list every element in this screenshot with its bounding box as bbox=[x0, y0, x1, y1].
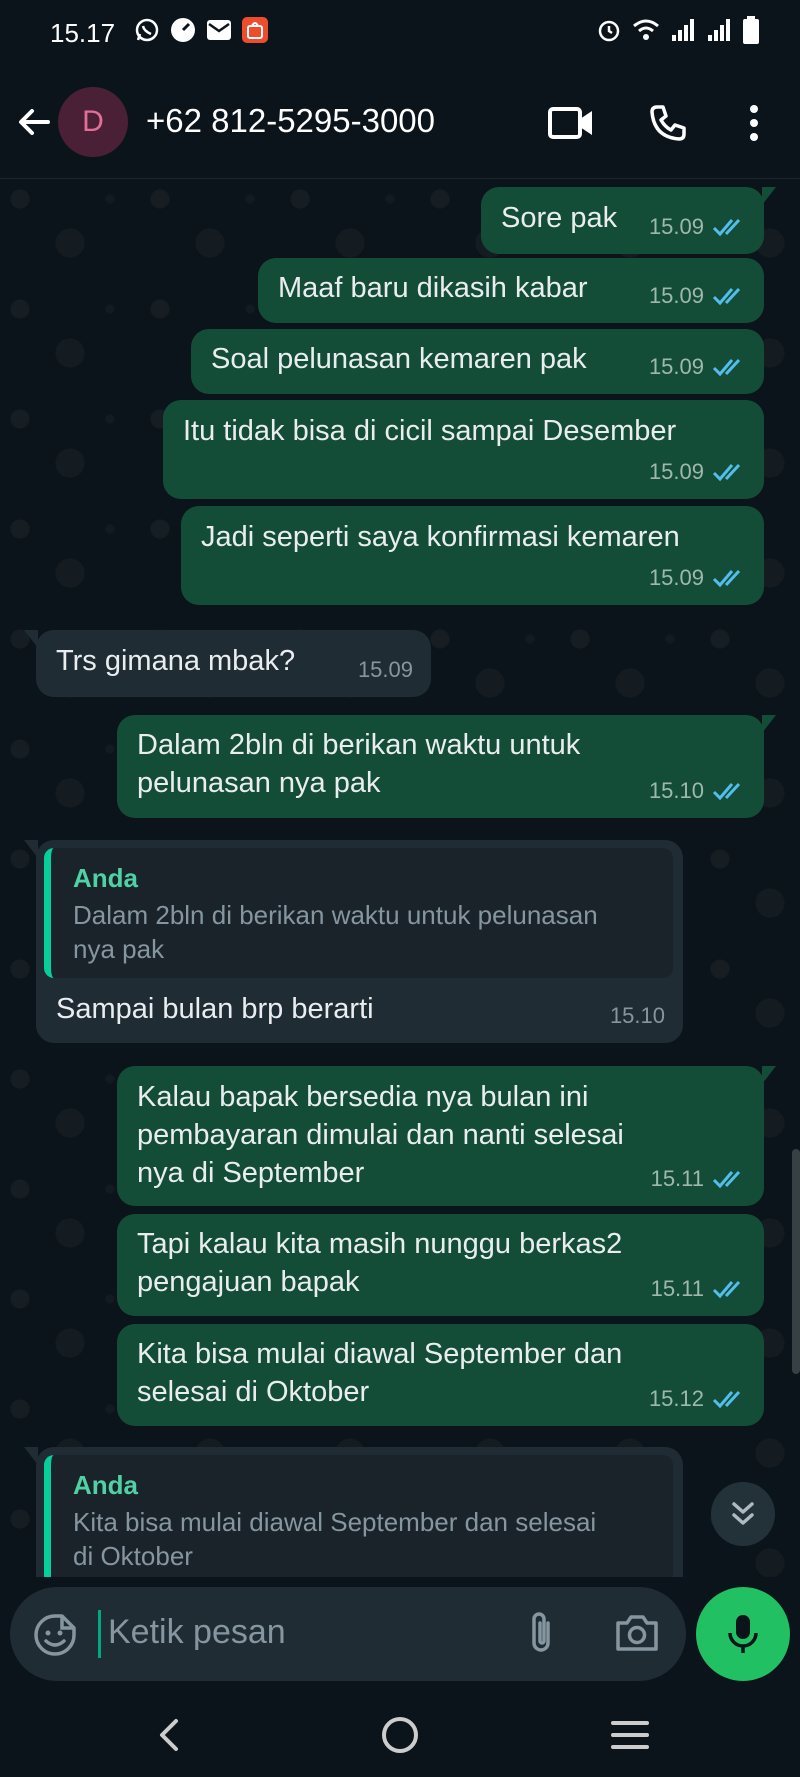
more-options-button[interactable] bbox=[731, 100, 777, 146]
voice-call-button[interactable] bbox=[645, 100, 691, 146]
message-bubble-outgoing[interactable]: Kalau bapak bersedia nya bulan ini pemba… bbox=[117, 1066, 776, 1206]
nav-recents-button[interactable] bbox=[607, 1712, 653, 1758]
message-bubble-outgoing[interactable]: Sore pak 15.09 bbox=[481, 187, 776, 254]
whatsapp-icon bbox=[134, 17, 160, 43]
message-time: 15.09 bbox=[648, 283, 704, 308]
wifi-icon bbox=[633, 19, 659, 40]
message-time: 15.11 bbox=[650, 1166, 704, 1191]
status-time: 15.17 bbox=[50, 18, 116, 48]
message-bubble-incoming[interactable]: Anda Dalam 2bln di berikan waktu untuk p… bbox=[24, 840, 683, 1043]
chevron-left-icon bbox=[160, 1719, 178, 1751]
message-bubble-outgoing[interactable]: Itu tidak bisa di cicil sampai Desember … bbox=[163, 400, 764, 499]
recents-lines-icon bbox=[611, 1721, 649, 1749]
message-bubble-outgoing[interactable]: Maaf baru dikasih kabar 15.09 bbox=[258, 258, 764, 323]
scroll-to-bottom-button[interactable] bbox=[711, 1482, 775, 1546]
contact-name[interactable]: +62 812-5295-3000 bbox=[146, 102, 435, 140]
message-text: Tapi kalau kita masih nunggu berkas2 pen… bbox=[137, 1228, 623, 1298]
camera-icon bbox=[616, 1615, 658, 1651]
message-bubble-outgoing[interactable]: Dalam 2bln di berikan waktu untuk peluna… bbox=[117, 715, 776, 818]
message-text: Itu tidak bisa di cicil sampai Desember bbox=[183, 415, 677, 447]
message-bubble-incoming[interactable]: Anda Kita bisa mulai diawal September da… bbox=[24, 1447, 683, 1577]
read-receipt-icon bbox=[712, 569, 741, 588]
quote-author: Anda bbox=[73, 863, 138, 893]
avatar[interactable]: D bbox=[58, 87, 128, 157]
scrollbar[interactable] bbox=[792, 1149, 800, 1374]
nav-back-button[interactable] bbox=[146, 1712, 192, 1758]
status-system-icons bbox=[596, 16, 760, 44]
message-bubble-outgoing[interactable]: Tapi kalau kita masih nunggu berkas2 pen… bbox=[117, 1214, 764, 1316]
double-chevron-down-icon bbox=[732, 1502, 754, 1525]
voice-call-icon bbox=[650, 105, 686, 141]
signal-icon bbox=[672, 19, 694, 41]
message-text: Trs gimana mbak? bbox=[56, 645, 296, 677]
message-text: Kita bisa mulai diawal September dan sel… bbox=[137, 1338, 623, 1408]
battery-icon bbox=[743, 16, 759, 44]
message-text: Maaf baru dikasih kabar bbox=[278, 272, 588, 304]
status-bar: 15.17 bbox=[0, 0, 800, 66]
read-receipt-icon bbox=[712, 287, 741, 306]
message-time: 15.11 bbox=[650, 1276, 704, 1301]
message-bubble-outgoing[interactable]: Soal pelunasan kemaren pak 15.09 bbox=[191, 329, 764, 394]
more-options-icon bbox=[750, 105, 758, 141]
quoted-message[interactable]: Anda Kita bisa mulai diawal September da… bbox=[44, 1455, 673, 1577]
message-time: 15.09 bbox=[648, 354, 704, 379]
read-receipt-icon bbox=[712, 218, 741, 237]
read-receipt-icon bbox=[712, 1390, 741, 1409]
paperclip-icon bbox=[532, 1612, 550, 1652]
read-receipt-icon bbox=[712, 782, 741, 801]
status-app-icons bbox=[134, 17, 268, 43]
message-bubble-incoming[interactable]: Trs gimana mbak? 15.09 bbox=[24, 630, 431, 697]
quote-text: Kita bisa mulai diawal September dan sel… bbox=[73, 1507, 597, 1571]
message-time: 15.09 bbox=[357, 657, 413, 682]
signal-icon bbox=[708, 19, 730, 41]
message-text: Sore pak bbox=[501, 202, 618, 234]
chat-header: D +62 812-5295-3000 bbox=[0, 66, 800, 179]
microphone-icon bbox=[728, 1615, 758, 1653]
nav-home-button[interactable] bbox=[377, 1712, 423, 1758]
message-text: Kalau bapak bersedia nya bulan ini pemba… bbox=[137, 1081, 624, 1189]
message-text: Sampai bulan brp berarti bbox=[56, 993, 374, 1025]
message-list[interactable]: Sore pak 15.09 Maaf baru dikasih kabar 1… bbox=[0, 179, 800, 1577]
attach-button[interactable] bbox=[526, 1609, 572, 1659]
message-time: 15.12 bbox=[648, 1386, 704, 1411]
quote-text: Dalam 2bln di berikan waktu untuk peluna… bbox=[73, 900, 598, 964]
read-receipt-icon bbox=[712, 463, 741, 482]
back-button[interactable] bbox=[14, 102, 54, 142]
message-time: 15.10 bbox=[609, 1003, 665, 1028]
arrow-left-icon bbox=[19, 109, 50, 135]
message-text: Soal pelunasan kemaren pak bbox=[211, 343, 587, 375]
voice-message-button[interactable] bbox=[696, 1587, 790, 1681]
speedometer-icon bbox=[170, 17, 196, 43]
gmail-icon bbox=[206, 17, 232, 43]
composer: Ketik pesan bbox=[0, 1577, 800, 1687]
alarm-icon bbox=[598, 20, 620, 42]
message-text: Dalam 2bln di berikan waktu untuk peluna… bbox=[137, 729, 581, 799]
video-call-button[interactable] bbox=[548, 100, 594, 146]
message-time: 15.09 bbox=[648, 565, 704, 590]
read-receipt-icon bbox=[712, 358, 741, 377]
message-time: 15.09 bbox=[648, 214, 704, 239]
message-bubble-outgoing[interactable]: Jadi seperti saya konfirmasi kemaren 15.… bbox=[181, 506, 764, 605]
home-circle-icon bbox=[382, 1717, 418, 1753]
video-call-icon bbox=[548, 107, 592, 139]
read-receipt-icon bbox=[712, 1170, 741, 1189]
camera-button[interactable] bbox=[614, 1611, 662, 1657]
message-input-container[interactable]: Ketik pesan bbox=[10, 1587, 686, 1681]
message-text: Jadi seperti saya konfirmasi kemaren bbox=[201, 521, 680, 553]
message-input[interactable]: Ketik pesan bbox=[108, 1613, 286, 1652]
message-bubble-outgoing[interactable]: Kita bisa mulai diawal September dan sel… bbox=[117, 1324, 764, 1426]
shopee-icon bbox=[242, 17, 268, 43]
text-cursor bbox=[98, 1610, 101, 1658]
emoji-button[interactable] bbox=[32, 1612, 78, 1658]
message-time: 15.09 bbox=[648, 459, 704, 484]
quote-author: Anda bbox=[73, 1470, 138, 1500]
quoted-message[interactable]: Anda Dalam 2bln di berikan waktu untuk p… bbox=[44, 848, 673, 978]
system-navigation-bar bbox=[0, 1690, 800, 1777]
message-time: 15.10 bbox=[648, 778, 704, 803]
read-receipt-icon bbox=[712, 1280, 741, 1299]
sticker-smiley-icon bbox=[34, 1614, 76, 1656]
